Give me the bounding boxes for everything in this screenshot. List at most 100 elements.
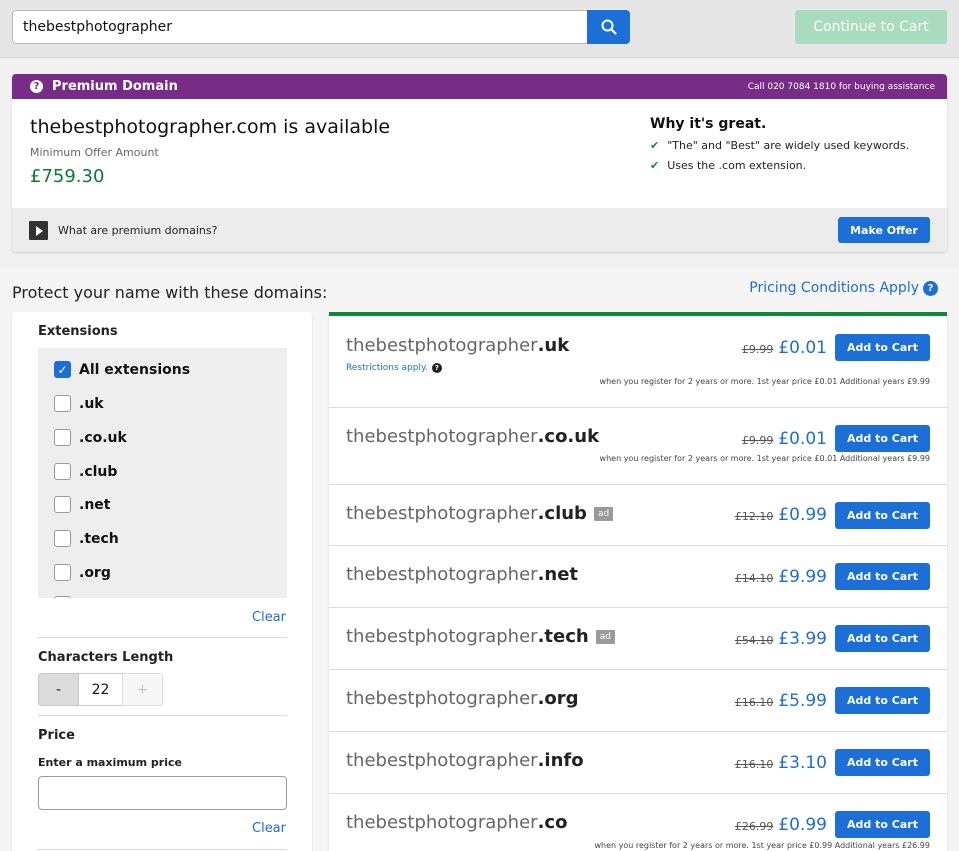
add-to-cart-button[interactable]: Add to Cart: [835, 625, 930, 652]
domain-base: thebestphotographer: [346, 426, 538, 447]
extension-option-label: .net: [79, 496, 111, 513]
original-price: £9.99: [741, 434, 774, 447]
premium-banner-title: Premium Domain: [52, 79, 178, 94]
checkbox-icon[interactable]: [54, 596, 71, 598]
make-offer-button[interactable]: Make Offer: [838, 217, 930, 243]
domain-name: thebestphotographer .co.uk: [346, 426, 599, 447]
domain-result-row: thebestphotographer .club ad £12.10 £0.99…: [329, 485, 947, 546]
extensions-clear-link[interactable]: Clear: [252, 610, 286, 625]
add-to-cart-button[interactable]: Add to Cart: [835, 425, 930, 452]
length-stepper: - 22 +: [38, 673, 163, 706]
checkbox-icon[interactable]: [54, 395, 71, 412]
max-price-label: Enter a maximum price: [38, 756, 182, 769]
ad-badge: ad: [595, 629, 615, 644]
price-display: £9.99 £0.01: [742, 429, 827, 449]
extension-option-org[interactable]: .org: [54, 564, 111, 581]
restrictions-label[interactable]: Restrictions apply.: [346, 363, 428, 373]
restrictions-link[interactable]: Restrictions apply. ?: [346, 363, 442, 373]
add-to-cart-button[interactable]: Add to Cart: [835, 502, 930, 529]
top-search-bar: Continue to Cart: [0, 0, 959, 58]
extension-option-all[interactable]: ✓ All extensions: [54, 361, 190, 378]
pricing-note: when you register for 2 years or more. 1…: [594, 841, 930, 850]
length-decrement-button[interactable]: -: [38, 673, 79, 706]
sale-price: £3.99: [778, 629, 827, 649]
domain-tld: .org: [537, 688, 579, 709]
price-clear-link[interactable]: Clear: [252, 821, 286, 836]
extension-option-net[interactable]: .net: [54, 496, 110, 513]
add-to-cart-button[interactable]: Add to Cart: [835, 334, 930, 361]
extension-option-club[interactable]: .club: [54, 463, 117, 480]
checkmark-icon: ✔: [650, 159, 660, 172]
checkbox-icon[interactable]: [54, 463, 71, 480]
divider: [38, 715, 287, 716]
divider: [38, 849, 287, 850]
checkbox-icon[interactable]: [54, 496, 71, 513]
help-icon[interactable]: ?: [923, 280, 938, 296]
divider: [38, 637, 287, 638]
characters-length-heading: Characters Length: [38, 650, 174, 665]
domain-base: thebestphotographer: [346, 335, 538, 356]
extension-option-label: All extensions: [79, 361, 191, 378]
help-icon[interactable]: ?: [431, 363, 442, 373]
sale-price: £0.99: [778, 815, 827, 835]
domain-base: thebestphotographer: [346, 564, 538, 585]
continue-to-cart-button[interactable]: Continue to Cart: [795, 10, 947, 44]
why-great-item: ✔ "The" and "Best" are widely used keywo…: [650, 139, 909, 152]
pricing-conditions-label[interactable]: Pricing Conditions Apply: [749, 280, 919, 296]
premium-domain-card: ? Premium Domain Call 020 7084 1810 for …: [12, 74, 947, 252]
add-to-cart-button[interactable]: Add to Cart: [835, 749, 930, 776]
domain-result-row: thebestphotographer .co £26.99 £0.99 Add …: [329, 794, 947, 851]
checkbox-icon[interactable]: [54, 564, 71, 581]
max-price-input[interactable]: [38, 776, 287, 810]
length-increment-button[interactable]: +: [122, 673, 163, 706]
domain-search-input[interactable]: [12, 10, 588, 44]
pricing-note: when you register for 2 years or more. 1…: [599, 377, 930, 386]
domain-tld: .info: [537, 750, 584, 771]
domain-results-list: thebestphotographer .uk Restrictions appl…: [329, 312, 947, 851]
premium-help-icon[interactable]: ?: [30, 80, 43, 93]
domain-base: thebestphotographer: [346, 812, 538, 833]
what-are-premium-domains-link[interactable]: What are premium domains?: [58, 224, 217, 237]
domain-result-row: thebestphotographer .org £16.10 £5.99 Add…: [329, 670, 947, 732]
domain-tld: .net: [537, 564, 579, 585]
ad-badge: ad: [593, 506, 614, 521]
domain-tld: .co: [537, 812, 568, 833]
length-value[interactable]: 22: [79, 673, 122, 706]
original-price: £26.99: [734, 820, 774, 833]
add-to-cart-button[interactable]: Add to Cart: [835, 563, 930, 590]
filters-panel: Extensions ✓ All extensions .uk .co.uk .…: [12, 312, 312, 851]
pricing-conditions-link[interactable]: Pricing Conditions Apply ?: [749, 280, 938, 296]
domain-result-row: thebestphotographer .info £16.10 £3.10 Ad…: [329, 732, 947, 794]
search-button[interactable]: [587, 10, 630, 44]
original-price: £16.10: [734, 758, 774, 771]
add-to-cart-button[interactable]: Add to Cart: [835, 687, 930, 714]
original-price: £54.10: [734, 634, 774, 647]
price-display: £16.10 £3.10: [735, 753, 827, 773]
price-display: £9.99 £0.01: [742, 338, 827, 358]
extension-option-label: .uk: [79, 395, 104, 412]
why-great-item-text: Uses the .com extension.: [667, 159, 807, 172]
why-great-item: ✔ Uses the .com extension.: [650, 159, 909, 172]
domain-name: thebestphotographer .uk: [346, 335, 569, 356]
why-great-panel: Why it's great. ✔ "The" and "Best" are w…: [650, 116, 909, 172]
domain-tld: .co.uk: [537, 426, 600, 447]
domain-base: thebestphotographer: [346, 503, 538, 524]
checkbox-checked-icon[interactable]: ✓: [54, 361, 71, 378]
extension-option-tech[interactable]: .tech: [54, 530, 119, 547]
checkbox-icon[interactable]: [54, 429, 71, 446]
checkbox-icon[interactable]: [54, 530, 71, 547]
domain-name: thebestphotographer .club ad: [346, 503, 614, 524]
domain-base: thebestphotographer: [346, 626, 538, 647]
domain-name: thebestphotographer .co: [346, 812, 567, 833]
extension-option-uk[interactable]: .uk: [54, 395, 104, 412]
sale-price: £0.99: [778, 505, 827, 525]
add-to-cart-button[interactable]: Add to Cart: [835, 811, 930, 838]
domain-result-row: thebestphotographer .net £14.10 £9.99 Add…: [329, 546, 947, 608]
premium-footer: What are premium domains? Make Offer: [12, 208, 947, 252]
sale-price: £5.99: [778, 691, 827, 711]
sale-price: £3.10: [778, 753, 827, 773]
extension-option-co-uk[interactable]: .co.uk: [54, 429, 127, 446]
extensions-list[interactable]: ✓ All extensions .uk .co.uk .club .net .…: [38, 348, 287, 598]
video-play-icon[interactable]: [29, 220, 48, 240]
domain-result-row: thebestphotographer .tech ad £54.10 £3.99…: [329, 608, 947, 670]
